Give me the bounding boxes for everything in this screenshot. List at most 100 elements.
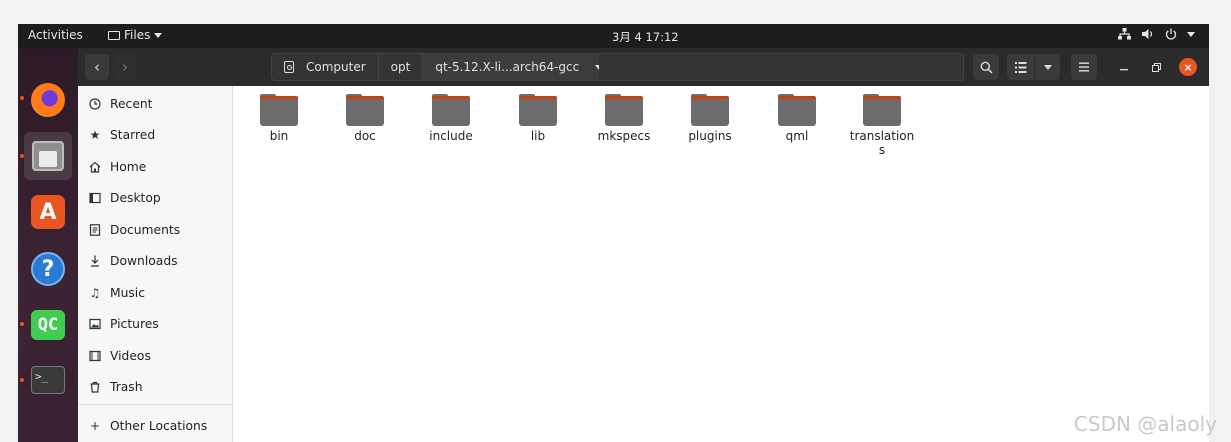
list-view-icon [1014,61,1026,73]
files-headerbar: ‹ › Computer opt qt-5.12.X-li...arch64-g… [78,48,1209,86]
folder-icon [691,92,729,126]
search-button[interactable] [973,54,999,80]
firefox-icon [31,83,65,117]
music-icon: ♫ [89,286,101,300]
sidebar-item-label: Documents [110,223,181,237]
folder-icon [863,92,901,126]
sidebar-item-downloads[interactable]: Downloads [78,248,232,274]
sidebar-item-label: Trash [110,380,143,394]
folder-label: qml [785,129,809,143]
document-icon [88,224,102,236]
software-store-icon: A [31,195,65,229]
breadcrumb-opt[interactable]: opt [379,54,424,80]
folder-label: translations [849,129,915,157]
app-menu[interactable]: Files [108,28,163,42]
qt-creator-icon: QC [31,310,65,340]
folder-item[interactable]: translations [844,92,920,157]
sidebar-item-home[interactable]: Home [78,154,232,180]
sidebar-item-documents[interactable]: Documents [78,217,232,243]
sidebar-divider [78,404,232,405]
sidebar-item-label: Pictures [110,317,159,331]
chevron-down-icon [1043,64,1052,70]
folder-icon [260,92,298,126]
clock[interactable]: 3月 4 17:12 [612,29,679,45]
system-tray[interactable] [1118,28,1195,40]
folder-label: include [429,129,473,143]
sidebar-item-label: Music [110,286,145,300]
folder-item[interactable]: include [413,92,489,143]
folder-icon [108,30,120,40]
chevron-left-icon: ‹ [94,58,100,76]
sidebar-item-recent[interactable]: Recent [78,91,232,117]
menu-button[interactable] [1071,54,1097,80]
folder-item[interactable]: doc [327,92,403,143]
folder-icon [605,92,643,126]
sidebar-item-label: Desktop [110,191,161,205]
dock-help[interactable]: ? [24,245,72,293]
clock-icon [88,98,102,110]
power-icon [1165,28,1177,40]
folder-item[interactable]: lib [500,92,576,143]
places-sidebar: Recent ★ Starred Home Desktop Documents [78,86,233,442]
folder-label: doc [354,129,376,143]
path-bar-fill [599,53,964,81]
desktop-screen: Activities Files 3月 4 17:12 A ? QC >_ ‹ … [18,24,1209,442]
folder-item[interactable]: mkspecs [586,92,662,143]
close-button[interactable]: × [1179,58,1197,76]
plus-icon: + [89,419,101,433]
home-icon [88,161,102,173]
dock-firefox[interactable] [24,76,72,124]
dock-qt-creator[interactable]: QC [24,301,72,349]
sidebar-item-other-locations[interactable]: + Other Locations [78,413,232,439]
sidebar-item-trash[interactable]: Trash [78,374,232,400]
folder-item[interactable]: qml [759,92,835,143]
sidebar-item-pictures[interactable]: Pictures [78,311,232,337]
breadcrumb-label: Computer [306,60,366,74]
sidebar-item-label: Home [110,160,147,174]
sidebar-item-starred[interactable]: ★ Starred [78,122,232,148]
folder-icon [432,92,470,126]
dock: A ? QC >_ [18,48,78,442]
help-icon: ? [31,252,65,286]
back-button[interactable]: ‹ [85,54,109,80]
desktop-icon [88,192,102,204]
watermark: CSDN @alaoly [1073,412,1217,436]
trash-icon [88,381,102,393]
dock-files[interactable] [24,132,72,180]
forward-button[interactable]: › [113,54,137,80]
folder-item[interactable]: bin [241,92,317,143]
dock-terminal[interactable]: >_ [24,356,72,404]
download-icon [88,255,102,267]
maximize-button[interactable] [1145,54,1167,80]
sidebar-item-desktop[interactable]: Desktop [78,185,232,211]
sidebar-item-videos[interactable]: Videos [78,343,232,369]
view-list-button[interactable] [1007,54,1034,80]
app-menu-label: Files [124,28,151,42]
star-icon: ★ [89,128,101,142]
breadcrumb-current[interactable]: qt-5.12.X-li...arch64-gcc [423,54,616,80]
activities-button[interactable]: Activities [28,28,83,42]
sidebar-item-label: Other Locations [110,419,208,433]
minimize-button[interactable] [1113,54,1135,80]
close-icon: × [1183,60,1193,74]
chevron-down-icon [1187,31,1195,37]
folder-label: mkspecs [597,129,651,143]
breadcrumb-computer[interactable]: Computer [272,54,379,80]
picture-icon [88,318,102,330]
drive-icon [284,61,294,73]
restore-icon [1151,62,1161,72]
folder-label: bin [269,129,289,143]
view-options-button[interactable] [1035,54,1060,80]
sidebar-item-label: Downloads [110,254,178,268]
breadcrumb-label: opt [390,60,411,74]
sidebar-item-music[interactable]: ♫ Music [78,280,232,306]
folder-icon [519,92,557,126]
folder-item[interactable]: plugins [672,92,748,143]
volume-icon [1142,29,1153,39]
files-icon [32,141,64,171]
sidebar-item-label: Videos [110,349,151,363]
terminal-icon: >_ [31,366,65,394]
breadcrumb-label: qt-5.12.X-li...arch64-gcc [435,60,580,74]
video-icon [88,350,102,362]
dock-software[interactable]: A [24,188,72,236]
